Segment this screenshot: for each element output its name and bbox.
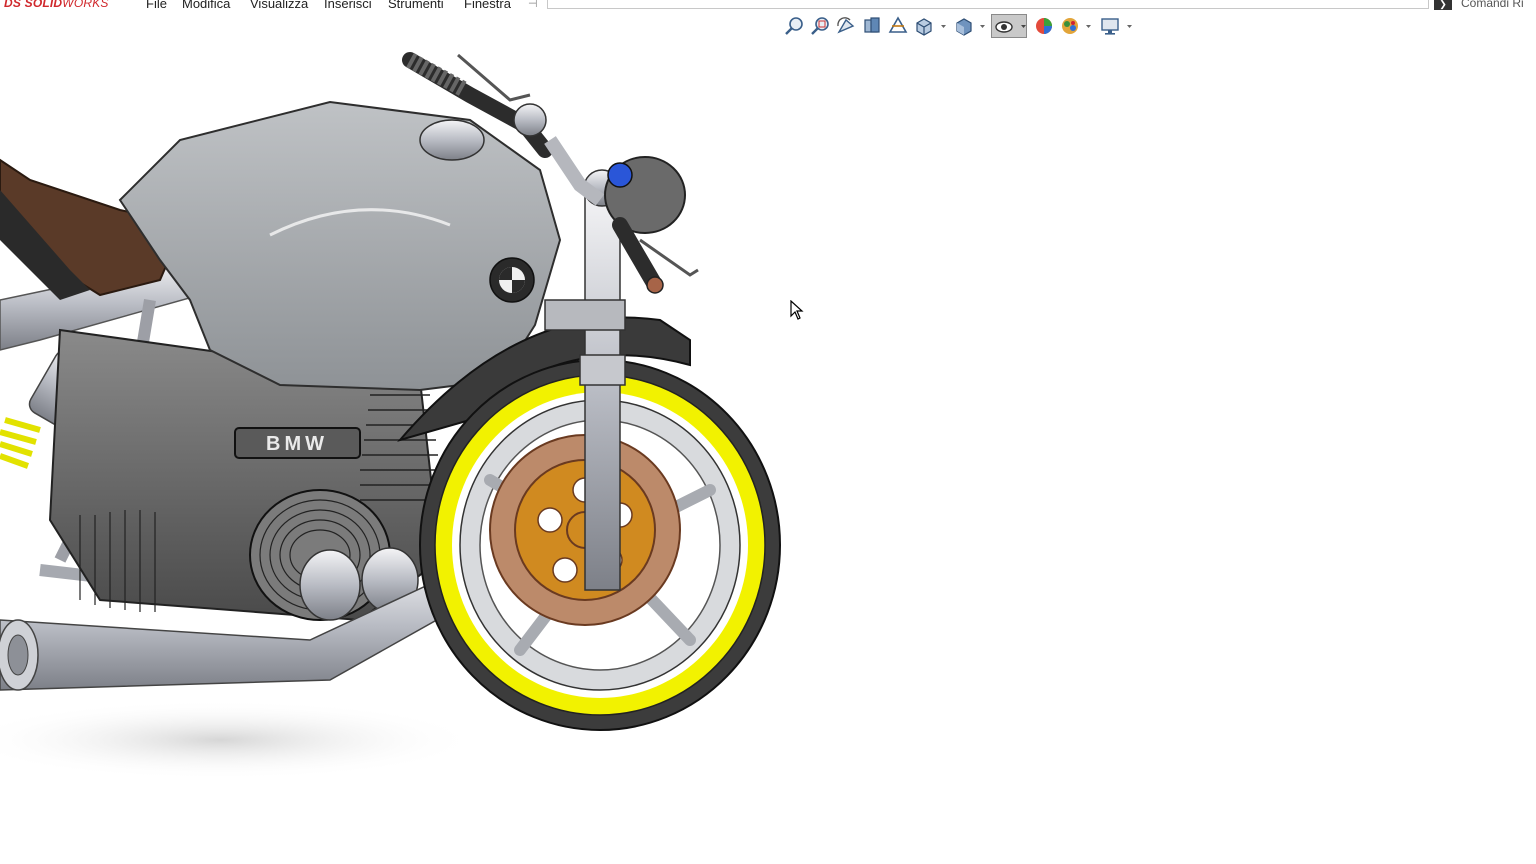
view-settings-icon[interactable]	[1098, 14, 1122, 38]
pin-menu-icon[interactable]: ⊣	[528, 0, 538, 10]
search-commands-input[interactable]: Comandi Ri	[1461, 0, 1524, 10]
menu-bar: DS SOLIDWORKS File Modifica Visualizza I…	[0, 0, 1536, 10]
fuel-cap	[419, 119, 485, 161]
logo-light: WORKS	[62, 0, 109, 10]
search-bar-area[interactable]	[547, 0, 1429, 9]
graphics-area[interactable]: BMW	[0, 40, 1536, 864]
engine-badge: BMW	[266, 433, 328, 455]
heads-up-view-toolbar	[780, 14, 1140, 40]
logo-prefix: DS	[4, 0, 22, 10]
menu-file[interactable]: File	[146, 0, 167, 10]
edit-appearance-icon[interactable]	[1032, 14, 1056, 38]
menu-visualizza[interactable]: Visualizza	[250, 0, 308, 10]
section-view-icon[interactable]	[860, 14, 884, 38]
zoom-to-fit-icon[interactable]	[782, 14, 806, 38]
display-style-dropdown-icon[interactable]	[979, 23, 986, 30]
menu-inserisci[interactable]: Inserisci	[324, 0, 372, 10]
hide-show-dropdown-icon[interactable]	[1020, 23, 1027, 30]
view-settings-dropdown-icon[interactable]	[1126, 23, 1133, 30]
mouse-cursor-icon	[790, 300, 804, 320]
zoom-to-area-icon[interactable]	[808, 14, 832, 38]
apply-scene-icon[interactable]	[1058, 14, 1082, 38]
previous-view-icon[interactable]	[834, 14, 858, 38]
indicator-light	[607, 162, 633, 188]
logo-bold: SOLID	[24, 0, 63, 10]
menu-modifica[interactable]: Modifica	[182, 0, 230, 10]
view-orientation-dropdown-icon[interactable]	[940, 23, 947, 30]
apply-scene-dropdown-icon[interactable]	[1085, 23, 1092, 30]
view-orientation-icon[interactable]	[912, 14, 936, 38]
motorcycle-model[interactable]: BMW	[0, 52, 781, 780]
menu-strumenti[interactable]: Strumenti	[388, 0, 444, 10]
solidworks-logo[interactable]: DS SOLIDWORKS	[4, 0, 109, 10]
menu-finestra[interactable]: Finestra	[464, 0, 511, 10]
dynamic-annotation-icon[interactable]	[886, 14, 910, 38]
search-commands-icon[interactable]: ❯	[1434, 0, 1452, 10]
ground-shadow	[0, 700, 480, 780]
display-style-icon[interactable]	[952, 14, 976, 38]
